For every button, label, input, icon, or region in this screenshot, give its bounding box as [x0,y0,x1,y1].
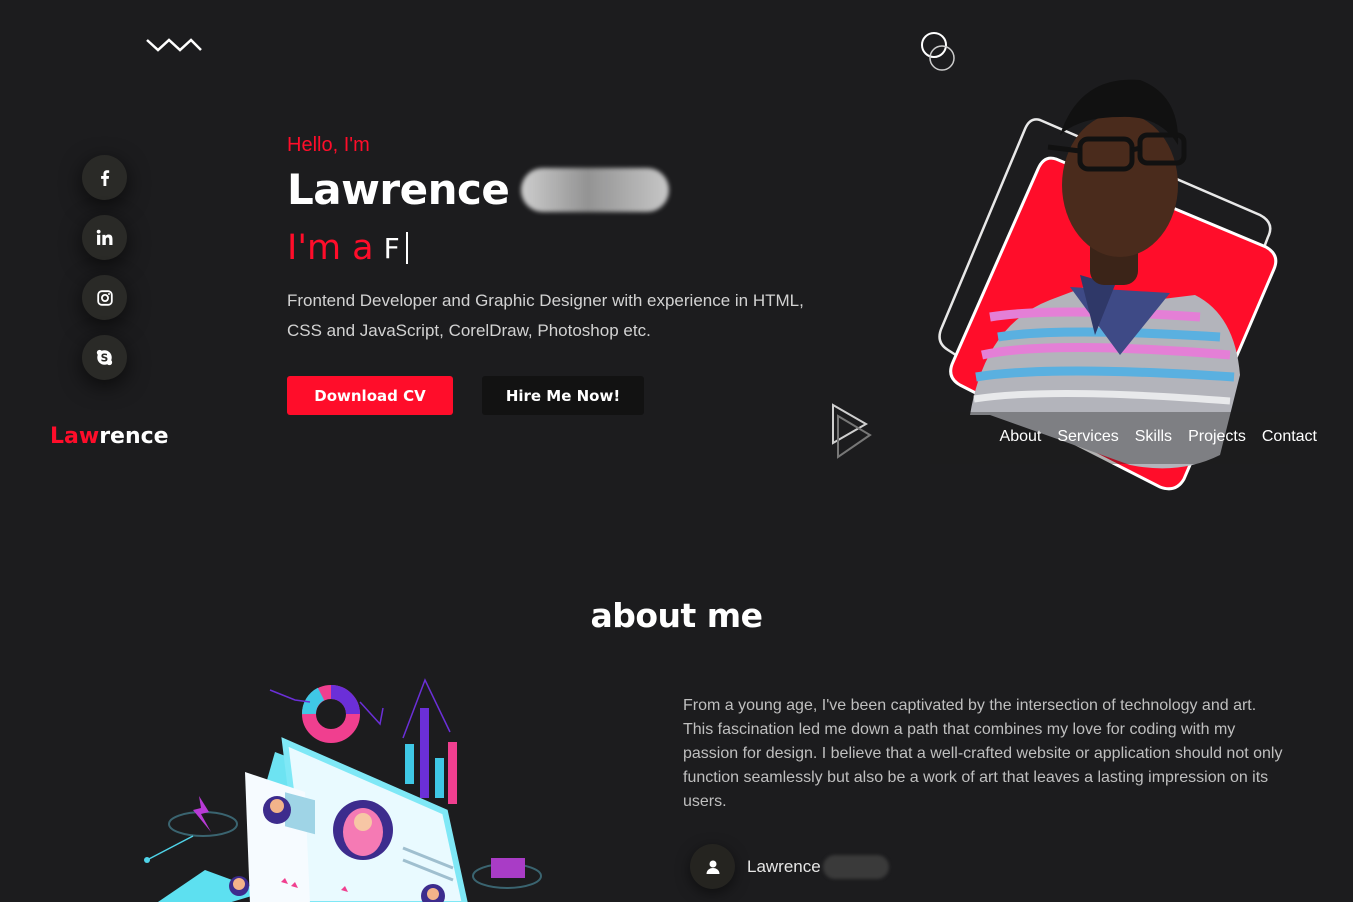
skype-icon[interactable]: S [82,335,127,380]
role-prefix: I'm a [287,228,374,268]
greeting: Hello, I'm [287,134,370,156]
nav-link-projects[interactable]: Projects [1188,428,1246,446]
download-cv-button[interactable]: Download CV [287,376,453,415]
svg-text:S: S [101,351,109,364]
site-logo[interactable]: Lawrence [50,424,169,449]
nav-link-services[interactable]: Services [1057,428,1118,446]
about-title: about me [590,596,763,635]
zigzag-decoration [146,38,202,52]
linkedin-icon[interactable] [82,215,127,260]
typing-caret [405,232,408,264]
profile-row: Lawrence [690,844,889,889]
hero-bio: Frontend Developer and Graphic Designer … [287,291,804,340]
profile-name: Lawrence [747,856,821,876]
blurred-surname [521,167,670,212]
nav-link-about[interactable]: About [1000,428,1042,446]
about-illustration [144,678,542,902]
role-line: I'm a F [287,228,807,268]
hero-section: Hello, I'm Lawrence I'm a F Frontend Dev… [287,134,807,415]
social-links: S [82,155,127,380]
role-typed-text: F [383,231,400,265]
nav-link-skills[interactable]: Skills [1135,428,1172,446]
navbar: Lawrence About Services Skills Projects … [0,412,1353,464]
hero-buttons: Download CV Hire Me Now! [287,376,807,415]
about-text: From a young age, I've been captivated b… [683,697,1283,810]
user-icon [690,844,735,889]
hire-me-button[interactable]: Hire Me Now! [482,376,644,415]
blurred-surname-small [822,854,889,879]
hero-name: Lawrence [287,165,510,214]
facebook-icon[interactable] [82,155,127,200]
nav-link-contact[interactable]: Contact [1262,428,1317,446]
logo-accent: Law [50,424,100,449]
nav-links: About Services Skills Projects Contact [1000,428,1317,446]
logo-rest: rence [99,424,169,449]
instagram-icon[interactable] [82,275,127,320]
name-row: Lawrence [287,165,807,214]
